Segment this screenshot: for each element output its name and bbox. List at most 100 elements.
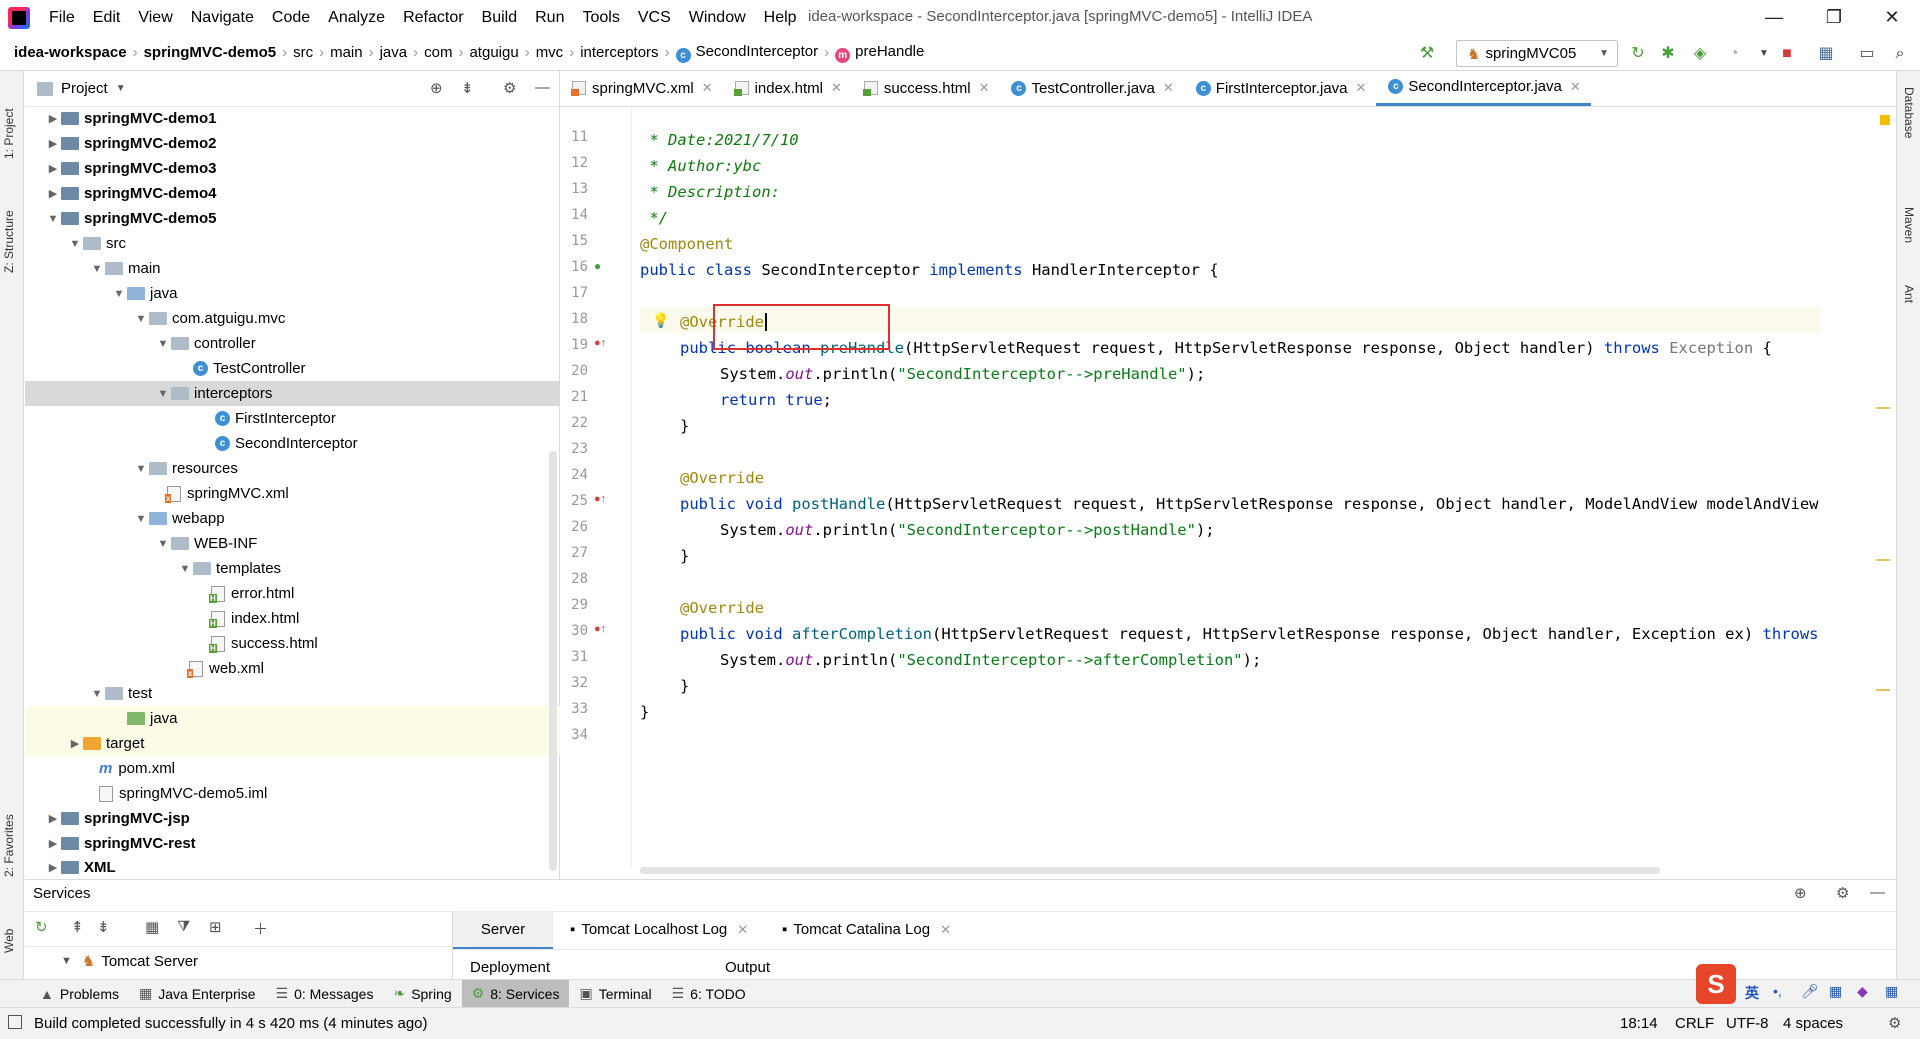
tree-item[interactable]: ▶ XML xyxy=(25,856,560,878)
tab-java-enterprise[interactable]: ▦ Java Enterprise xyxy=(129,980,266,1008)
breadcrumb-item[interactable]: interceptors xyxy=(576,44,662,61)
implement-gutter-icon[interactable]: ● xyxy=(594,259,601,273)
close-icon[interactable]: ✕ xyxy=(831,80,842,96)
breadcrumb-item[interactable]: springMVC-demo5 xyxy=(140,44,281,61)
tree-item[interactable]: springMVC-demo5.iml xyxy=(25,781,560,806)
tab-services[interactable]: ⚙ 8: Services xyxy=(461,979,570,1008)
skin-icon[interactable]: ◆ xyxy=(1857,983,1868,1000)
tree-item[interactable]: ▼ main xyxy=(25,256,560,281)
tree-item[interactable]: Hsuccess.html xyxy=(25,631,560,656)
breadcrumb-item[interactable]: idea-workspace xyxy=(10,44,131,61)
add-icon[interactable]: ＋ xyxy=(253,918,268,939)
tree-item[interactable]: ▼ controller xyxy=(25,331,560,356)
error-stripe-mark[interactable] xyxy=(1876,407,1890,409)
error-stripe-mark[interactable] xyxy=(1876,559,1890,561)
close-icon[interactable]: ✕ xyxy=(1864,0,1920,35)
rerun-icon[interactable]: ↻ xyxy=(1628,44,1648,64)
menu-navigate[interactable]: Navigate xyxy=(182,9,263,27)
chevron-right-icon[interactable]: ▶ xyxy=(45,187,61,200)
tree-item[interactable]: x springMVC.xml xyxy=(25,481,560,506)
menu-view[interactable]: View xyxy=(129,9,181,27)
close-icon[interactable]: ✕ xyxy=(1356,80,1367,96)
tab-tomcat-localhost-log[interactable]: ▪ Tomcat Localhost Log ✕ xyxy=(570,921,748,938)
chevron-down-icon[interactable]: ▼ xyxy=(111,288,127,300)
menu-help[interactable]: Help xyxy=(755,9,806,27)
locate-icon[interactable]: ⊕ xyxy=(430,79,443,97)
code-area[interactable]: * Date:2021/7/10 * Author:ybc * Descript… xyxy=(640,107,1890,867)
profile-icon[interactable]: ◔ xyxy=(1724,44,1744,64)
search-icon[interactable]: ⌕ xyxy=(1890,44,1910,64)
chevron-right-icon[interactable]: ▶ xyxy=(45,861,61,874)
debug-bug-icon[interactable]: ✱ xyxy=(1658,44,1678,64)
stop-icon[interactable]: ■ xyxy=(1777,44,1797,64)
tree-item[interactable]: ▶ springMVC-rest xyxy=(25,831,560,856)
chevron-right-icon[interactable]: ▶ xyxy=(67,737,83,750)
chevron-right-icon[interactable]: ▶ xyxy=(45,137,61,150)
chevron-right-icon[interactable]: ▶ xyxy=(45,812,61,825)
restore-icon[interactable]: ❐ xyxy=(1806,0,1862,35)
breadcrumb-item[interactable]: mvc xyxy=(532,44,568,61)
tab-todo[interactable]: ☰ 6: TODO xyxy=(662,980,756,1008)
close-icon[interactable]: ✕ xyxy=(979,80,990,96)
filter-icon[interactable]: ⧩ xyxy=(177,918,190,935)
tab-spring[interactable]: ❧ Spring xyxy=(383,980,461,1008)
tab-project[interactable]: 1: Project xyxy=(2,79,16,159)
tab-terminal[interactable]: ▣ Terminal xyxy=(569,980,661,1008)
tab-structure[interactable]: Z: Structure xyxy=(2,183,16,273)
hide-icon[interactable]: — xyxy=(535,79,550,96)
tree-item[interactable]: Hindex.html xyxy=(25,606,560,631)
menu-vcs[interactable]: VCS xyxy=(629,9,680,27)
menu-window[interactable]: Window xyxy=(680,9,755,27)
refresh-icon[interactable]: ↻ xyxy=(35,918,48,936)
override-gutter-icon[interactable]: ●↑ xyxy=(594,623,606,635)
tab-tomcat-catalina-log[interactable]: ▪ Tomcat Catalina Log ✕ xyxy=(782,921,951,938)
tomcat-server-item[interactable]: ▼ ♞ Tomcat Server xyxy=(61,952,198,971)
tab-server[interactable]: Server xyxy=(453,911,553,949)
close-icon[interactable]: ✕ xyxy=(1570,79,1581,95)
chevron-down-icon[interactable]: ▼ xyxy=(89,263,105,275)
keyboard-icon[interactable]: ▦ xyxy=(1829,983,1842,1000)
tree-item[interactable]: ▼ interceptors xyxy=(25,381,560,406)
tree-item[interactable]: ▼ src xyxy=(25,231,560,256)
tree-item[interactable]: ▶ springMVC-jsp xyxy=(25,806,560,831)
chevron-down-icon[interactable]: ▼ xyxy=(155,388,171,400)
tab-maven[interactable]: Maven xyxy=(1902,207,1916,243)
tree-item[interactable]: ▶ springMVC-demo4 xyxy=(25,181,560,206)
tree-item[interactable]: ▶ springMVC-demo2 xyxy=(25,131,560,156)
chevron-right-icon[interactable]: ▶ xyxy=(45,162,61,175)
breadcrumb-item[interactable]: c SecondInterceptor xyxy=(672,43,823,63)
tab-favorites[interactable]: 2: Favorites xyxy=(2,797,16,877)
file-encoding[interactable]: UTF-8 xyxy=(1726,1015,1769,1032)
chevron-down-icon[interactable]: ▼ xyxy=(133,463,149,475)
chevron-down-icon[interactable]: ▼ xyxy=(67,238,83,250)
tab-web[interactable]: Web xyxy=(2,913,16,953)
tab-testcontroller[interactable]: c TestController.java ✕ xyxy=(999,70,1183,106)
tree-item[interactable]: ▼ resources xyxy=(25,456,560,481)
project-panel-title[interactable]: Project xyxy=(61,80,108,97)
chevron-down-icon[interactable]: ▼ xyxy=(177,563,193,575)
tree-item[interactable]: ▼ WEB-INF xyxy=(25,531,560,556)
tree-item[interactable]: ▼ com.atguigu.mvc xyxy=(25,306,560,331)
layout-toggle-icon[interactable] xyxy=(8,1015,22,1029)
chevron-down-icon[interactable]: ▼ xyxy=(155,338,171,350)
tree-item[interactable]: ▼ webapp xyxy=(25,506,560,531)
collapse-all-icon[interactable]: ⇟ xyxy=(461,79,474,97)
gear-icon[interactable]: ⚙ xyxy=(1836,884,1849,902)
coverage-icon[interactable]: ◈ xyxy=(1690,44,1710,64)
tree-item[interactable]: x web.xml xyxy=(25,656,560,681)
error-stripe-mark[interactable] xyxy=(1876,689,1890,691)
caret-position[interactable]: 18:14 xyxy=(1620,1015,1658,1032)
locate-icon[interactable]: ⊕ xyxy=(1794,884,1807,902)
breadcrumb-item[interactable]: java xyxy=(376,44,412,61)
chevron-down-icon[interactable]: ▼ xyxy=(1754,44,1774,64)
tree-item[interactable]: java xyxy=(25,706,560,731)
group-icon[interactable]: ▦ xyxy=(145,918,159,936)
breadcrumb-item[interactable]: m preHandle xyxy=(831,43,928,63)
chevron-down-icon[interactable]: ▼ xyxy=(61,955,72,967)
chevron-right-icon[interactable]: ▶ xyxy=(45,112,61,125)
tree-item[interactable]: ▼ templates xyxy=(25,556,560,581)
chevron-down-icon[interactable]: ▼ xyxy=(133,513,149,525)
tree-item[interactable]: c FirstInterceptor xyxy=(25,406,560,431)
tree-item[interactable]: ▼ java xyxy=(25,281,560,306)
tree-item[interactable]: c SecondInterceptor xyxy=(25,431,560,456)
